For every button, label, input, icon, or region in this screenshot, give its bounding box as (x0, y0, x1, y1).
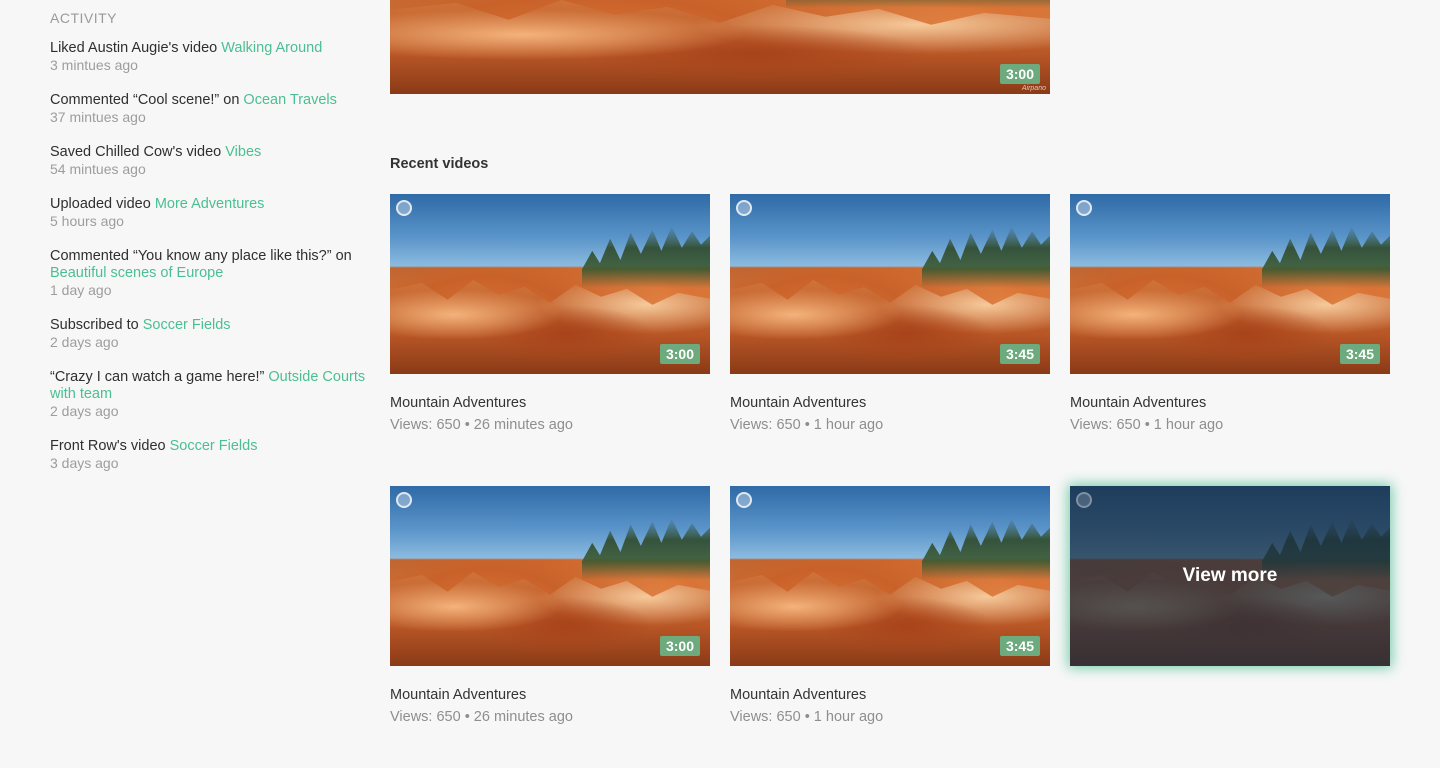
thumbnail-image-trees (582, 518, 710, 580)
video-title[interactable]: Mountain Adventures (730, 394, 1050, 412)
activity-text: “Crazy I can watch a game here!” (50, 369, 269, 385)
video-title[interactable]: Mountain Adventures (730, 686, 1050, 704)
video-thumbnail[interactable]: 3:45 (730, 194, 1050, 374)
activity-text: Uploaded video (50, 196, 155, 212)
activity-text: Subscribed to (50, 317, 143, 333)
duration-badge: 3:00 (999, 64, 1040, 84)
duration-badge: 3:45 (999, 636, 1040, 656)
video-card[interactable]: 3:45 Mountain Adventures Views: 650 • 1 … (730, 194, 1050, 434)
activity-time: 3 mintues ago (50, 57, 138, 73)
select-circle-icon[interactable] (396, 200, 412, 216)
video-card[interactable]: 3:00 Mountain Adventures Views: 650 • 26… (390, 194, 710, 434)
activity-item: Liked Austin Augie's video Walking Aroun… (50, 40, 370, 73)
watermark: Airpano (1021, 85, 1046, 92)
activity-text: Liked Austin Augie's video (50, 40, 222, 56)
view-more-thumbnail[interactable]: View more (1070, 486, 1390, 666)
video-card[interactable]: 3:00 Mountain Adventures Views: 650 • 26… (390, 486, 710, 726)
select-circle-icon (1076, 492, 1092, 508)
activity-link[interactable]: Beautiful scenes of Europe (50, 265, 223, 281)
video-card[interactable]: 3:45 Mountain Adventures Views: 650 • 1 … (1070, 194, 1390, 434)
video-title[interactable]: Mountain Adventures (390, 686, 710, 704)
video-title[interactable]: Mountain Adventures (390, 394, 710, 412)
thumbnail-image-trees (582, 226, 710, 288)
activity-link[interactable]: Vibes (225, 144, 261, 160)
video-thumbnail[interactable]: 3:00 (390, 194, 710, 374)
select-circle-icon[interactable] (736, 492, 752, 508)
activity-item: Commented “Cool scene!” on Ocean Travels… (50, 92, 370, 125)
video-meta: Views: 650 • 26 minutes ago (390, 709, 573, 725)
view-more-overlay[interactable]: View more (1070, 486, 1390, 666)
video-meta: Views: 650 • 1 hour ago (730, 417, 884, 433)
video-title[interactable]: Mountain Adventures (1070, 394, 1390, 412)
activity-time: 5 hours ago (50, 213, 124, 229)
activity-text: Commented “You know any place like this?… (50, 248, 352, 264)
activity-time: 2 days ago (50, 403, 119, 419)
video-thumbnail[interactable]: 3:45 (730, 486, 1050, 666)
thumbnail-image-canyon (390, 0, 1050, 94)
activity-heading: ACTIVITY (50, 10, 118, 26)
activity-link[interactable]: More Adventures (155, 196, 265, 212)
thumbnail-image-trees (922, 518, 1050, 580)
activity-sidebar: ACTIVITY Liked Austin Augie's video Walk… (50, 10, 370, 490)
thumbnail-image-trees (1262, 226, 1390, 288)
select-circle-icon[interactable] (396, 492, 412, 508)
activity-link[interactable]: Soccer Fields (170, 438, 258, 454)
activity-time: 1 day ago (50, 282, 112, 298)
recent-videos-title: Recent videos (390, 156, 489, 172)
video-meta: Views: 650 • 1 hour ago (730, 709, 884, 725)
select-circle-icon[interactable] (1076, 200, 1092, 216)
activity-time: 3 days ago (50, 455, 119, 471)
activity-text: Saved Chilled Cow's video (50, 144, 226, 160)
activity-item: Commented “You know any place like this?… (50, 248, 370, 298)
view-more-label[interactable]: View more (1183, 565, 1278, 587)
activity-item: Subscribed to Soccer Fields 2 days ago (50, 317, 370, 350)
video-thumbnail[interactable]: 3:00 (390, 486, 710, 666)
duration-badge: 3:00 (659, 344, 700, 364)
activity-time: 54 mintues ago (50, 161, 146, 177)
activity-item: Front Row's video Soccer Fields 3 days a… (50, 438, 370, 471)
activity-link[interactable]: Walking Around (221, 40, 322, 56)
activity-link[interactable]: Ocean Travels (243, 92, 337, 108)
duration-badge: 3:45 (999, 344, 1040, 364)
activity-text: Front Row's video (50, 438, 170, 454)
activity-time: 2 days ago (50, 334, 119, 350)
activity-text: Commented “Cool scene!” on (50, 92, 244, 108)
main-content: 3:00 Airpano Recent videos 3:00 Mountain… (390, 0, 1390, 768)
video-thumbnail[interactable]: 3:45 (1070, 194, 1390, 374)
activity-item: Saved Chilled Cow's video Vibes 54 mintu… (50, 144, 370, 177)
duration-badge: 3:00 (659, 636, 700, 656)
select-circle-icon[interactable] (736, 200, 752, 216)
view-more-card[interactable]: View more (1070, 486, 1390, 666)
video-meta: Views: 650 • 1 hour ago (1070, 417, 1224, 433)
activity-time: 37 mintues ago (50, 109, 146, 125)
thumbnail-image-trees (922, 226, 1050, 288)
video-meta: Views: 650 • 26 minutes ago (390, 417, 573, 433)
duration-badge: 3:45 (1339, 344, 1380, 364)
activity-link[interactable]: Soccer Fields (143, 317, 231, 333)
activity-item: “Crazy I can watch a game here!” Outside… (50, 369, 370, 419)
activity-item: Uploaded video More Adventures 5 hours a… (50, 196, 370, 229)
video-card[interactable]: 3:45 Mountain Adventures Views: 650 • 1 … (730, 486, 1050, 726)
thumbnail-image-trees (786, 0, 1050, 8)
featured-video-thumbnail[interactable]: 3:00 Airpano (390, 0, 1050, 94)
